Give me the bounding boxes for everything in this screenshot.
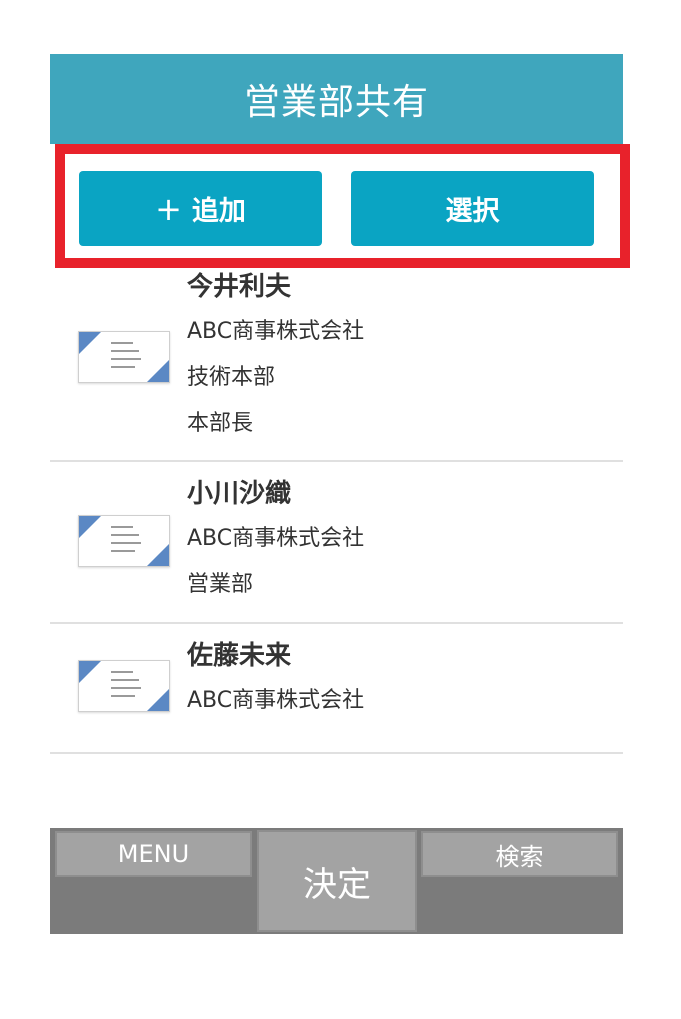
contact-list: 今井利夫 ABC商事株式会社 技術本部 本部長 小川沙織 ABC商事株式会社 営… [50,269,623,754]
card-text-line [111,342,133,344]
card-text-line [111,366,135,368]
contact-info: 小川沙織 ABC商事株式会社 営業部 [187,472,364,608]
card-pattern-icon [79,332,101,354]
contact-name: 佐藤未来 [187,641,292,671]
confirm-softkey[interactable]: 決定 [257,830,417,932]
list-item[interactable]: 佐藤未来 ABC商事株式会社 [50,624,623,754]
contact-name: 小川沙織 [187,479,292,509]
list-item[interactable]: 小川沙織 ABC商事株式会社 営業部 [50,462,623,624]
card-pattern-icon [147,544,169,566]
card-pattern-icon [79,661,101,683]
select-button-label: 選択 [445,196,500,227]
contact-company: ABC商事株式会社 [187,688,365,713]
contact-name: 今井利夫 [187,272,292,302]
card-text-line [111,542,141,544]
card-pattern-icon [147,360,169,382]
select-button[interactable]: 選択 [351,171,594,246]
card-text-line [111,534,139,536]
contact-department: 営業部 [187,572,254,597]
card-text-line [111,526,133,528]
card-pattern-icon [79,516,101,538]
contact-title: 本部長 [187,411,254,436]
card-text-line [111,695,135,697]
card-text-line [111,679,139,681]
app-screen: 営業部共有 + 追加 選択 今井利夫 ABC商事株式会社 技術本部 本部長 小川… [50,54,630,934]
contact-company: ABC商事株式会社 [187,319,365,344]
menu-softkey[interactable]: MENU [55,831,252,877]
card-text-line [111,350,139,352]
add-button-label: 追加 [191,196,246,227]
contact-department: 技術本部 [187,365,276,390]
card-text-line [111,687,141,689]
softkey-bar: MENU 決定 検索 [50,828,623,934]
card-text-line [111,550,135,552]
contact-info: 今井利夫 ABC商事株式会社 技術本部 本部長 [187,265,364,447]
business-card-thumbnail [78,660,170,712]
business-card-thumbnail [78,515,170,567]
plus-icon: + [155,189,182,228]
business-card-thumbnail [78,331,170,383]
page-title: 営業部共有 [50,54,623,144]
add-button[interactable]: + 追加 [79,171,322,246]
list-item[interactable]: 今井利夫 ABC商事株式会社 技術本部 本部長 [50,269,623,462]
action-buttons-highlight: + 追加 選択 [55,144,630,268]
card-text-line [111,358,141,360]
card-pattern-icon [147,689,169,711]
contact-info: 佐藤未来 ABC商事株式会社 [187,634,364,724]
search-softkey[interactable]: 検索 [421,831,618,877]
contact-company: ABC商事株式会社 [187,526,365,551]
card-text-line [111,671,133,673]
